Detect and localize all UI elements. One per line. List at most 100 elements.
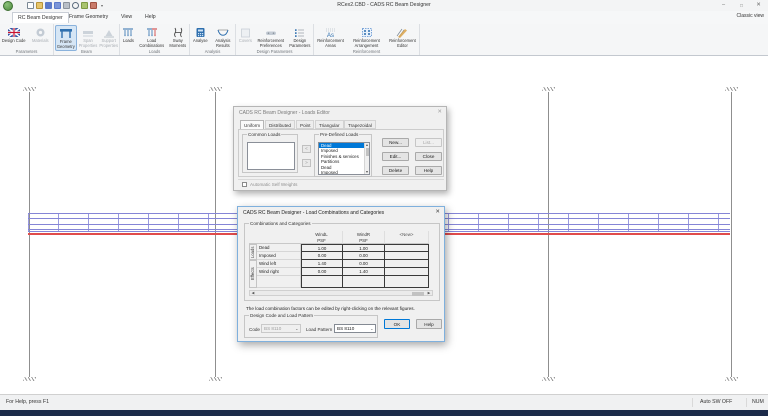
- close-icon[interactable]: ✕: [435, 209, 440, 215]
- factor-cell-empty[interactable]: [343, 276, 385, 288]
- column-line[interactable]: [731, 92, 732, 377]
- factor-cell-empty[interactable]: [301, 276, 343, 288]
- support-hatch-icon: [23, 87, 36, 91]
- factor-cell-empty[interactable]: [385, 268, 429, 276]
- row-label-empty: [257, 276, 301, 288]
- classic-view-label[interactable]: Classic view: [736, 13, 764, 19]
- close-icon[interactable]: ✕: [750, 0, 767, 11]
- analyse-button[interactable]: Analyse: [191, 25, 210, 44]
- automatic-self-weights-checkbox[interactable]: [242, 182, 247, 187]
- edit-button[interactable]: Edit...: [382, 152, 409, 161]
- delete-button[interactable]: Delete: [382, 166, 409, 175]
- factor-cell[interactable]: 1.40: [343, 268, 385, 276]
- code-combobox[interactable]: BS 8110 ⌄: [261, 324, 301, 333]
- load-pattern-combobox[interactable]: BS 8110 ⌄: [334, 324, 376, 333]
- scrollbar-thumb[interactable]: [365, 148, 369, 156]
- tab-rc-beam-designer[interactable]: RC Beam Designer: [12, 12, 69, 23]
- column-header[interactable]: WindR PSF: [343, 231, 385, 244]
- reinforcement-editor-button[interactable]: Reinforcement Editor: [387, 25, 418, 49]
- vertical-scrollbar[interactable]: ▲ ▼: [364, 143, 369, 174]
- scroll-left-icon[interactable]: ◀: [250, 291, 256, 295]
- move-right-button[interactable]: >: [302, 159, 311, 167]
- factor-cell[interactable]: 0.00: [343, 252, 385, 260]
- combinations-group-label: Combinations and Categories: [249, 221, 312, 226]
- scroll-up-icon[interactable]: ▲: [365, 143, 369, 147]
- tab-frame-geometry[interactable]: Frame Geometry: [64, 12, 113, 23]
- frame-geometry-button[interactable]: Frame Geometry: [55, 25, 77, 51]
- move-left-button[interactable]: <: [302, 145, 311, 153]
- close-button[interactable]: Close: [415, 152, 442, 161]
- window-bottom-edge: [0, 410, 768, 416]
- automatic-self-weights-label: Automatic Self Weights: [250, 182, 298, 187]
- materials-button[interactable]: Materials: [28, 25, 52, 44]
- new-button[interactable]: New...: [382, 138, 409, 147]
- status-help-text: For Help, press F1: [6, 399, 49, 405]
- tab-trapezoidal[interactable]: Trapezoidal: [344, 120, 376, 129]
- scrollbar-thumb[interactable]: [412, 291, 424, 296]
- factor-cell[interactable]: 0.00: [301, 268, 343, 276]
- combinations-title-bar[interactable]: CADS RC Beam Designer - Load Combination…: [238, 207, 444, 218]
- help-button[interactable]: Help: [416, 319, 442, 329]
- combinations-table[interactable]: WindL PSF WindR PSF <New> Loads Effects De…: [249, 231, 429, 288]
- help-button[interactable]: Help: [415, 166, 442, 175]
- factor-cell[interactable]: 0.00: [301, 252, 343, 260]
- factor-cell-empty[interactable]: [385, 260, 429, 268]
- support-hatch-icon: [542, 87, 555, 91]
- group-label-loads: Loads: [148, 49, 161, 54]
- scroll-down-icon[interactable]: ▼: [365, 170, 369, 174]
- factor-cell-empty[interactable]: [385, 252, 429, 260]
- tab-distributed[interactable]: Distributed: [265, 120, 295, 129]
- row-label: Imposed: [257, 252, 301, 260]
- ok-button[interactable]: OK: [384, 319, 410, 329]
- analysis-results-button[interactable]: Analysis Results: [212, 25, 234, 49]
- tab-triangular[interactable]: Triangular: [315, 120, 344, 129]
- span-properties-button[interactable]: Span Properties: [79, 25, 97, 49]
- horizontal-scrollbar[interactable]: ◀ ▶: [249, 290, 433, 296]
- common-loads-group: Common Loads: [242, 132, 298, 173]
- covers-button[interactable]: Covers: [237, 25, 254, 44]
- scroll-right-icon[interactable]: ▶: [426, 291, 432, 295]
- tab-view[interactable]: View: [116, 12, 137, 23]
- column-header[interactable]: WindL PSF: [301, 231, 343, 244]
- design-parameters-button[interactable]: Design Parameters: [288, 25, 312, 49]
- sway-moments-button[interactable]: Sway Moments: [168, 25, 188, 49]
- support-hatch-icon: [209, 377, 222, 381]
- group-label-parameters: Parameters: [15, 49, 38, 54]
- predefined-loads-listbox[interactable]: Dead Imposed Finishes & services Partiti…: [318, 142, 370, 175]
- row-label: Dead: [257, 244, 301, 252]
- ribbon-group-beam: Frame Geometry Span Properties Support P…: [54, 24, 120, 55]
- common-loads-label: Common Loads: [247, 132, 282, 137]
- design-code-button[interactable]: Design Code: [1, 25, 26, 44]
- common-loads-listbox[interactable]: [247, 142, 295, 170]
- minimize-icon[interactable]: –: [715, 0, 732, 11]
- list-item[interactable]: Imposed: [319, 170, 369, 174]
- group-label-design-parameters: Design Parameters: [256, 49, 293, 54]
- factor-cell-empty[interactable]: [385, 244, 429, 252]
- factor-cell[interactable]: 0.00: [343, 260, 385, 268]
- window-title: RCex2.CBD - CADS RC Beam Designer: [337, 2, 431, 8]
- reinforcement-arrangement-button[interactable]: Reinforcement Arrangement: [348, 25, 385, 49]
- reinforcement-areas-button[interactable]: As Reinforcement Areas: [315, 25, 346, 49]
- loads-button[interactable]: Loads: [121, 25, 136, 44]
- support-properties-button[interactable]: Support Properties: [99, 25, 118, 49]
- maximize-icon[interactable]: □: [733, 0, 750, 11]
- title-bar: ▾ RCex2.CBD - CADS RC Beam Designer – □ …: [0, 0, 768, 11]
- tab-point[interactable]: Point: [296, 120, 315, 129]
- list-button[interactable]: List...: [415, 138, 442, 147]
- factor-cell-empty[interactable]: [385, 276, 429, 288]
- status-num-lock: NUM: [752, 399, 764, 405]
- group-label-beam: Beam: [81, 49, 92, 54]
- ribbon-group-design-parameters: Covers Reinforcement Preferences Design …: [236, 24, 314, 55]
- combinations-group: Combinations and Categories WindL PSF Win…: [244, 221, 440, 301]
- tab-help[interactable]: Help: [140, 12, 161, 23]
- factor-cell[interactable]: 1.40: [301, 260, 343, 268]
- loads-editor-title-bar[interactable]: CADS RC Beam Designer - Loads Editor ✕: [234, 107, 446, 118]
- column-header-new[interactable]: <New>: [385, 231, 429, 244]
- load-combinations-button[interactable]: Load Combinations: [138, 25, 166, 49]
- factor-cell[interactable]: 1.00: [301, 244, 343, 252]
- factor-cell[interactable]: 1.00: [343, 244, 385, 252]
- reinforcement-preferences-button[interactable]: Reinforcement Preferences: [256, 25, 286, 49]
- loads-editor-title: CADS RC Beam Designer - Loads Editor: [239, 110, 330, 116]
- close-icon[interactable]: ✕: [437, 109, 442, 115]
- ribbon-group-reinforcement: As Reinforcement Areas Reinforcement Arr…: [314, 24, 420, 55]
